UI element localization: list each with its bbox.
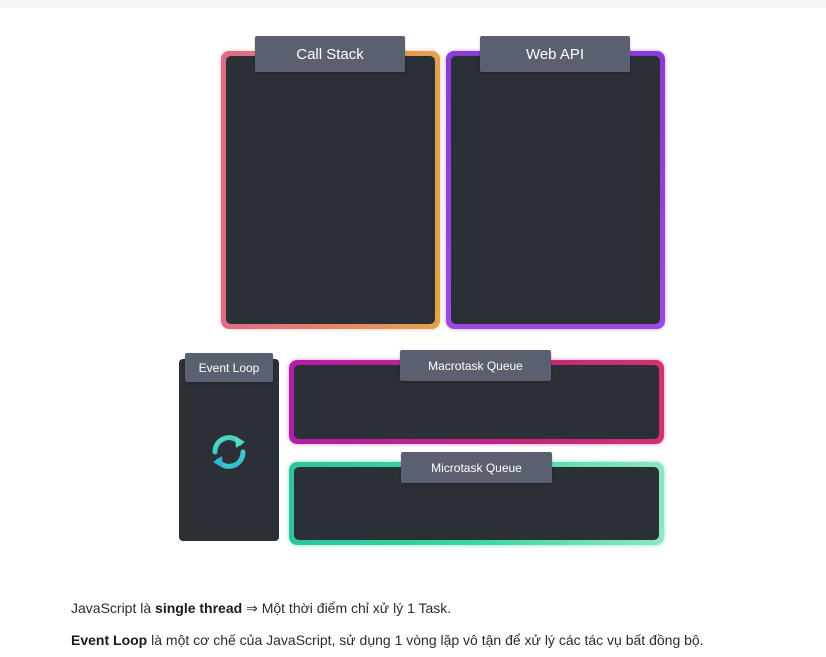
p2-bold: Event Loop: [71, 632, 148, 648]
description-paragraph-1: JavaScript là single thread ⇒ Một thời đ…: [71, 600, 451, 617]
web-api-panel: [446, 51, 665, 329]
macrotask-queue-label: Macrotask Queue: [400, 350, 551, 381]
call-stack-label: Call Stack: [255, 36, 405, 72]
p1-prefix: JavaScript là: [71, 600, 156, 616]
p2-suffix: là một cơ chế của JavaScript, sử dụng 1 …: [147, 632, 704, 648]
event-loop-label: Event Loop: [185, 353, 273, 382]
call-stack-area: [226, 56, 435, 324]
call-stack-panel: [221, 51, 440, 329]
top-strip: [0, 0, 826, 8]
web-api-area: [451, 56, 660, 324]
microtask-queue-label: Microtask Queue: [401, 452, 552, 483]
sync-icon: [212, 435, 246, 469]
description-paragraph-2: Event Loop là một cơ chế của JavaScript,…: [71, 632, 704, 648]
p1-suffix: ⇒ Một thời điểm chỉ xử lý 1 Task.: [242, 600, 452, 616]
web-api-label: Web API: [480, 36, 630, 72]
p1-bold: single thread: [155, 600, 243, 616]
